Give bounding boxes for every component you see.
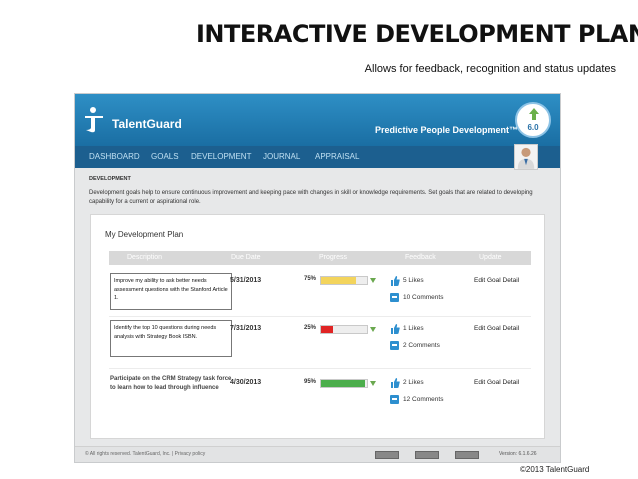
w3c-css-badge-icon [415, 451, 439, 459]
table-row: Participate on the CRM Strategy task for… [91, 371, 546, 421]
comment-icon[interactable] [390, 293, 399, 302]
progress-fill [321, 277, 356, 284]
development-plan-panel: My Development Plan Description Due Date… [90, 214, 545, 439]
row-divider [109, 316, 531, 317]
caret-down-icon[interactable] [370, 278, 376, 283]
goal-progress[interactable]: 95% [304, 378, 376, 389]
nav-goals[interactable]: GOALS [151, 152, 179, 161]
likes-count[interactable]: 5 Likes [403, 277, 424, 284]
column-due-date: Due Date [231, 254, 261, 261]
goal-description: Participate on the CRM Strategy task for… [110, 376, 232, 391]
cloud-upload-icon[interactable]: 6.0 [515, 102, 551, 138]
thumbs-up-icon[interactable] [390, 378, 400, 388]
goal-description: Improve my ability to ask better needs a… [110, 273, 232, 310]
section-label: DEVELOPMENT [89, 176, 131, 182]
caret-down-icon[interactable] [370, 381, 376, 386]
goal-due-date: 7/31/2013 [230, 325, 262, 332]
comments-count[interactable]: 10 Comments [403, 294, 443, 301]
footer-copyright[interactable]: © All rights reserved. TalentGuard, Inc.… [85, 451, 205, 457]
comments-count[interactable]: 12 Comments [403, 396, 443, 403]
column-progress: Progress [319, 254, 348, 261]
upload-arrow-icon [529, 108, 539, 120]
table-row: Identify the top 10 questions during nee… [91, 319, 546, 369]
progress-bar [320, 325, 368, 334]
goal-due-date: 4/30/2013 [230, 379, 262, 386]
edit-goal-detail-link[interactable]: Edit Goal Detail [474, 277, 519, 284]
likes-count[interactable]: 1 Likes [403, 325, 424, 332]
nav-journal[interactable]: JOURNAL [263, 152, 300, 161]
column-update: Update [479, 254, 502, 261]
w3c-wai-badge-icon [455, 451, 479, 459]
thumbs-up-icon[interactable] [390, 324, 400, 334]
progress-bar [320, 276, 368, 285]
intro-text: Development goals help to ensure continu… [89, 190, 533, 205]
app-header: TalentGuard Predictive People Developmen… [75, 94, 560, 146]
goal-due-date: 5/31/2013 [230, 277, 262, 284]
progress-bar [320, 379, 368, 388]
slide-copyright: ©2013 TalentGuard [520, 465, 590, 474]
progress-fill [321, 380, 365, 387]
likes-count[interactable]: 2 Likes [403, 379, 424, 386]
edit-goal-detail-link[interactable]: Edit Goal Detail [474, 325, 519, 332]
caret-down-icon[interactable] [370, 327, 376, 332]
avatar-figure [517, 147, 535, 169]
column-feedback: Feedback [405, 254, 436, 261]
goal-progress[interactable]: 25% [304, 324, 376, 335]
comment-icon[interactable] [390, 395, 399, 404]
progress-percent: 95% [304, 379, 317, 385]
slide-title: INTERACTIVE DEVELOPMENT PLAN [196, 20, 638, 48]
talentguard-logo-icon[interactable] [82, 106, 106, 134]
table-header: Description Due Date Progress Feedback U… [109, 251, 531, 265]
main-nav: DASHBOARD GOALS DEVELOPMENT JOURNAL APPR… [75, 146, 560, 168]
nav-dashboard[interactable]: DASHBOARD [89, 152, 140, 161]
progress-fill [321, 326, 333, 333]
row-divider [109, 368, 531, 369]
slide-subtitle: Allows for feedback, recognition and sta… [364, 63, 616, 75]
nav-development[interactable]: DEVELOPMENT [191, 152, 251, 161]
comment-icon[interactable] [390, 341, 399, 350]
app-tagline: Predictive People Development™ [375, 125, 519, 135]
progress-percent: 75% [304, 276, 317, 282]
edit-goal-detail-link[interactable]: Edit Goal Detail [474, 379, 519, 386]
comments-count[interactable]: 2 Comments [403, 342, 440, 349]
goal-progress[interactable]: 75% [304, 275, 376, 286]
panel-title: My Development Plan [105, 230, 184, 239]
thumbs-up-icon[interactable] [390, 276, 400, 286]
user-avatar-icon[interactable] [514, 144, 538, 170]
nav-appraisal[interactable]: APPRAISAL [315, 152, 359, 161]
progress-percent: 25% [304, 325, 317, 331]
table-row: Improve my ability to ask better needs a… [91, 269, 546, 319]
column-description: Description [127, 254, 163, 261]
app-screenshot: TalentGuard Predictive People Developmen… [74, 93, 561, 463]
goal-description: Identify the top 10 questions during nee… [110, 320, 232, 357]
brand-name[interactable]: TalentGuard [112, 117, 182, 131]
version-badge: 6.0 [527, 123, 539, 132]
app-footer: © All rights reserved. TalentGuard, Inc.… [75, 446, 560, 462]
w3c-badge-icon [375, 451, 399, 459]
footer-version: Version: 6.1.6.26 [499, 451, 537, 457]
